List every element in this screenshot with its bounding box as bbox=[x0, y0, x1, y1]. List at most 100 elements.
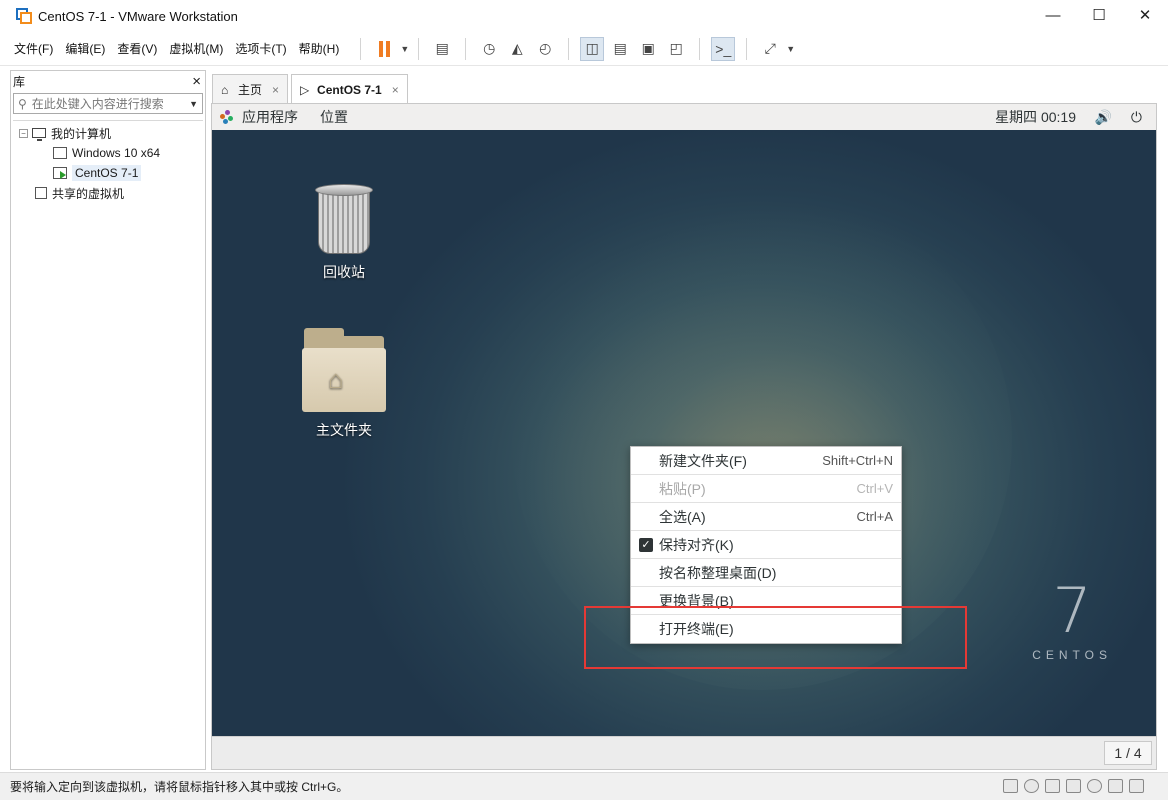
annotation-highlight-box bbox=[584, 606, 967, 669]
menu-item-label: 粘贴(P) bbox=[659, 480, 706, 497]
tree-label: 共享的虚拟机 bbox=[52, 186, 125, 201]
vm-tree: − 我的计算机 Windows 10 x64 CentOS 7-1 共享的虚拟机 bbox=[13, 120, 203, 203]
cd-dvd-icon[interactable] bbox=[1024, 779, 1039, 793]
vm-console[interactable]: 应用程序 位置 星期四 00:19 🔊 ⏻ 回收站 ⌂ 主文件夹 7 CENTO… bbox=[211, 103, 1157, 770]
sound-card-icon[interactable] bbox=[1087, 779, 1102, 793]
tree-label: Windows 10 x64 bbox=[72, 146, 161, 160]
tree-item-centos[interactable]: CentOS 7-1 bbox=[13, 163, 203, 183]
applications-menu[interactable]: 应用程序 bbox=[220, 107, 298, 127]
clock[interactable]: 星期四 00:19 bbox=[995, 107, 1076, 127]
tab-close-icon[interactable]: × bbox=[272, 83, 279, 97]
menu-item-label: 全选(A) bbox=[659, 508, 706, 525]
send-ctrl-alt-del-button[interactable]: ▤ bbox=[430, 37, 454, 61]
library-close-icon[interactable]: × bbox=[192, 73, 201, 90]
desktop[interactable]: 回收站 ⌂ 主文件夹 7 CENTOS 新建文件夹(F) Shift+Ctrl+… bbox=[212, 130, 1156, 736]
status-text: 要将输入定向到该虚拟机，请将鼠标指针移入其中或按 Ctrl+G。 bbox=[10, 780, 349, 794]
shared-vm-icon bbox=[35, 187, 47, 199]
computer-icon bbox=[32, 128, 46, 141]
applications-label: 应用程序 bbox=[242, 109, 298, 125]
revert-icon: ◭ bbox=[511, 40, 523, 56]
menu-item-shortcut: Shift+Ctrl+N bbox=[822, 453, 893, 468]
workspace-indicator[interactable]: 1 / 4 bbox=[1104, 741, 1152, 765]
tab-label: CentOS 7-1 bbox=[317, 82, 382, 97]
menu-edit[interactable]: 编辑(E) bbox=[65, 40, 105, 57]
message-log-icon[interactable] bbox=[1129, 779, 1144, 793]
printer-icon[interactable] bbox=[1108, 779, 1123, 793]
network-adapter-icon[interactable] bbox=[1045, 779, 1060, 793]
snapshot-icon: ◷ bbox=[483, 40, 496, 56]
menu-item-organize-by-name[interactable]: 按名称整理桌面(D) bbox=[631, 559, 901, 587]
menu-item-select-all[interactable]: 全选(A) Ctrl+A bbox=[631, 503, 901, 531]
gnome-bottom-bar: 1 / 4 bbox=[212, 736, 1156, 769]
brand-word: CENTOS bbox=[1032, 648, 1112, 662]
unity-icon: ◰ bbox=[669, 40, 683, 56]
revert-snapshot-button[interactable]: ◭ bbox=[505, 37, 529, 61]
fullscreen-icon: ▣ bbox=[641, 40, 655, 56]
close-button[interactable]: ✕ bbox=[1122, 0, 1168, 30]
console-view-button[interactable]: >_ bbox=[711, 36, 736, 61]
search-icon: ⚲ bbox=[18, 96, 27, 111]
home-icon: ⌂ bbox=[221, 82, 229, 97]
tree-item-shared-vms[interactable]: 共享的虚拟机 bbox=[13, 183, 203, 203]
collapse-toggle-icon[interactable]: − bbox=[19, 128, 28, 138]
menu-item-new-folder[interactable]: 新建文件夹(F) Shift+Ctrl+N bbox=[631, 447, 901, 475]
stretch-button[interactable]: ⤢ bbox=[758, 37, 782, 61]
search-placeholder: 在此处键入内容进行搜索 bbox=[31, 97, 164, 111]
search-dropdown-icon[interactable]: ▼ bbox=[189, 99, 198, 109]
menu-file[interactable]: 文件(F) bbox=[14, 40, 53, 57]
unity-button[interactable]: ◰ bbox=[664, 37, 688, 61]
volume-icon[interactable]: 🔊 bbox=[1095, 109, 1112, 126]
thumbnail-bar-button[interactable]: ▤ bbox=[608, 37, 632, 61]
tree-label: 我的计算机 bbox=[51, 126, 112, 141]
gnome-top-bar: 应用程序 位置 星期四 00:19 🔊 ⏻ bbox=[212, 104, 1156, 130]
menu-item-shortcut: Ctrl+V bbox=[856, 481, 893, 496]
tab-home[interactable]: ⌂ 主页 × bbox=[212, 74, 289, 104]
show-library-button[interactable]: ◫ bbox=[580, 36, 605, 61]
minimize-button[interactable]: — bbox=[1030, 0, 1076, 30]
snapshot-manager-button[interactable]: ◴ bbox=[533, 37, 557, 61]
snapshot-button[interactable]: ◷ bbox=[477, 37, 501, 61]
tree-item-windows10[interactable]: Windows 10 x64 bbox=[13, 143, 203, 163]
terminal-icon: >_ bbox=[715, 40, 732, 57]
library-panel: 库 × ⚲ 在此处键入内容进行搜索 ▼ − 我的计算机 Windows 10 x… bbox=[10, 70, 206, 770]
desktop-icon-home[interactable]: ⌂ 主文件夹 bbox=[294, 328, 394, 440]
checkbox-checked-icon[interactable]: ✓ bbox=[639, 538, 653, 552]
tree-item-my-computer[interactable]: − 我的计算机 bbox=[13, 123, 203, 143]
menu-item-label: 保持对齐(K) bbox=[659, 536, 734, 553]
stretch-dropdown-arrow-icon[interactable]: ▼ bbox=[786, 44, 795, 54]
tab-centos[interactable]: ▷ CentOS 7-1 × bbox=[291, 74, 408, 104]
menu-view[interactable]: 查看(V) bbox=[117, 40, 157, 57]
menu-item-keep-aligned[interactable]: ✓ 保持对齐(K) bbox=[631, 531, 901, 559]
power-icon[interactable]: ⏻ bbox=[1131, 109, 1142, 126]
library-search-input[interactable]: ⚲ 在此处键入内容进行搜索 ▼ bbox=[13, 93, 203, 114]
menu-tabs[interactable]: 选项卡(T) bbox=[235, 40, 286, 57]
menu-vm[interactable]: 虚拟机(M) bbox=[169, 40, 223, 57]
tab-close-icon[interactable]: × bbox=[392, 83, 399, 97]
places-menu[interactable]: 位置 bbox=[320, 107, 348, 127]
device-icons bbox=[1003, 779, 1144, 793]
tree-label: CentOS 7-1 bbox=[72, 165, 142, 181]
usb-icon[interactable] bbox=[1066, 779, 1081, 793]
tab-bar: ⌂ 主页 × ▷ CentOS 7-1 × bbox=[212, 72, 1158, 104]
fullscreen-button[interactable]: ▣ bbox=[636, 37, 660, 61]
pause-icon bbox=[378, 40, 390, 57]
stretch-icon: ⤢ bbox=[764, 40, 776, 56]
background-window-edge bbox=[1160, 72, 1168, 132]
vm-icon bbox=[53, 147, 67, 159]
desktop-icon-trash[interactable]: 回收站 bbox=[294, 184, 394, 282]
snapshot-manager-icon: ◴ bbox=[539, 40, 552, 56]
home-folder-icon: ⌂ bbox=[302, 328, 386, 414]
library-view-icon: ◫ bbox=[585, 40, 599, 56]
hard-disk-icon[interactable] bbox=[1003, 779, 1018, 793]
menu-help[interactable]: 帮助(H) bbox=[299, 40, 340, 57]
brand-number: 7 bbox=[1052, 574, 1092, 647]
background-window-edge bbox=[0, 66, 8, 772]
centos-brand: 7 CENTOS bbox=[1032, 574, 1112, 663]
power-dropdown-arrow-icon[interactable]: ▼ bbox=[400, 44, 409, 54]
thumbnail-icon: ▤ bbox=[613, 40, 627, 56]
gnome-foot-icon bbox=[220, 110, 234, 124]
pause-button[interactable] bbox=[372, 37, 396, 61]
running-vm-icon bbox=[53, 167, 67, 179]
menu-item-label: 新建文件夹(F) bbox=[659, 452, 747, 469]
maximize-button[interactable]: ☐ bbox=[1076, 0, 1122, 30]
